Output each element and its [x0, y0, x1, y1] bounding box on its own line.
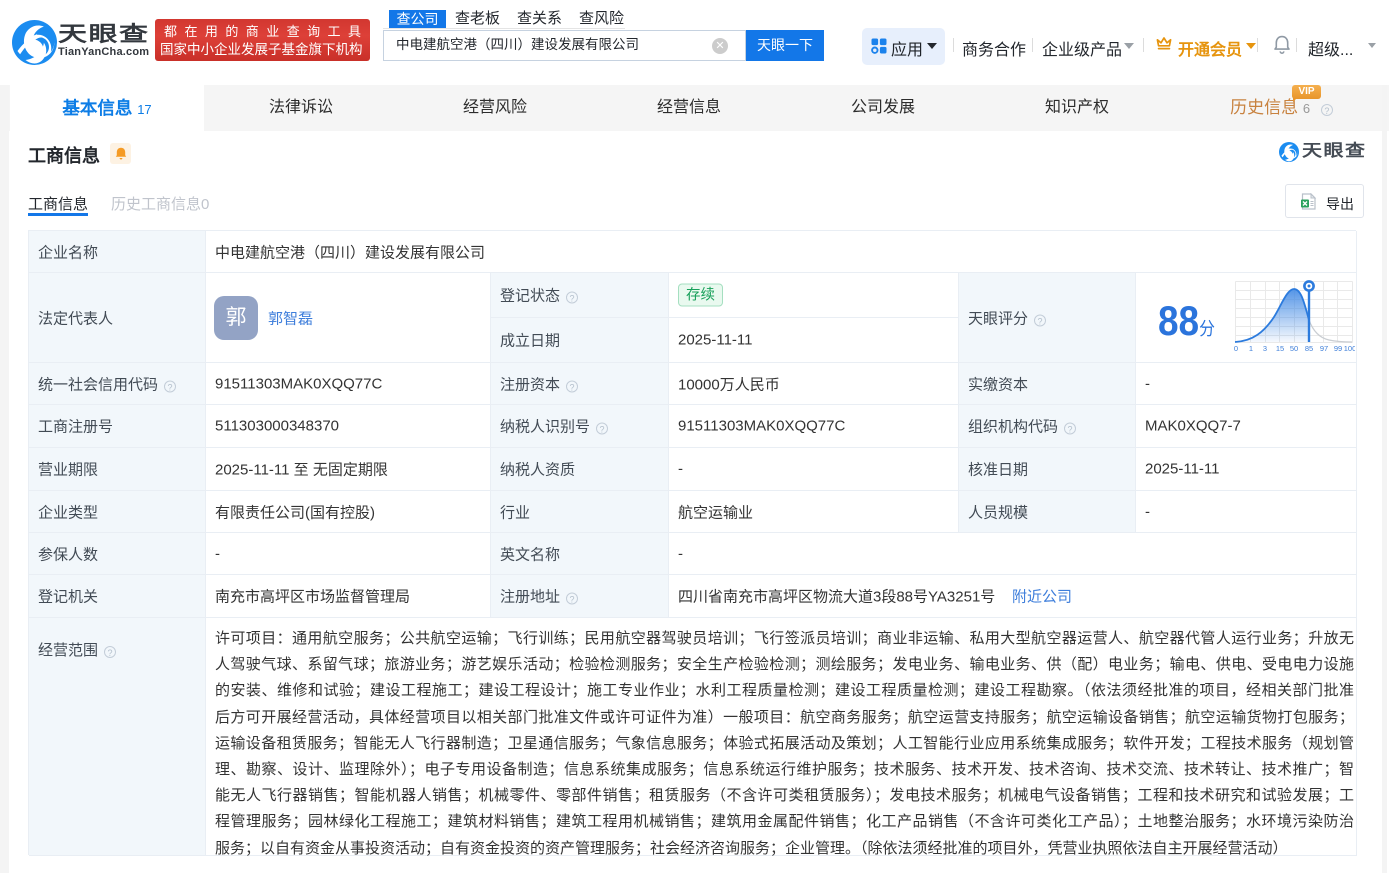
svg-text:85: 85: [1305, 344, 1313, 352]
svg-text:97: 97: [1320, 344, 1328, 352]
svg-text:50: 50: [1290, 344, 1298, 352]
svg-text:0: 0: [1234, 344, 1238, 352]
svg-text:100: 100: [1344, 344, 1355, 352]
svg-text:3: 3: [1263, 344, 1267, 352]
svg-text:15: 15: [1276, 344, 1284, 352]
svg-text:99: 99: [1334, 344, 1342, 352]
svg-text:1: 1: [1249, 344, 1253, 352]
